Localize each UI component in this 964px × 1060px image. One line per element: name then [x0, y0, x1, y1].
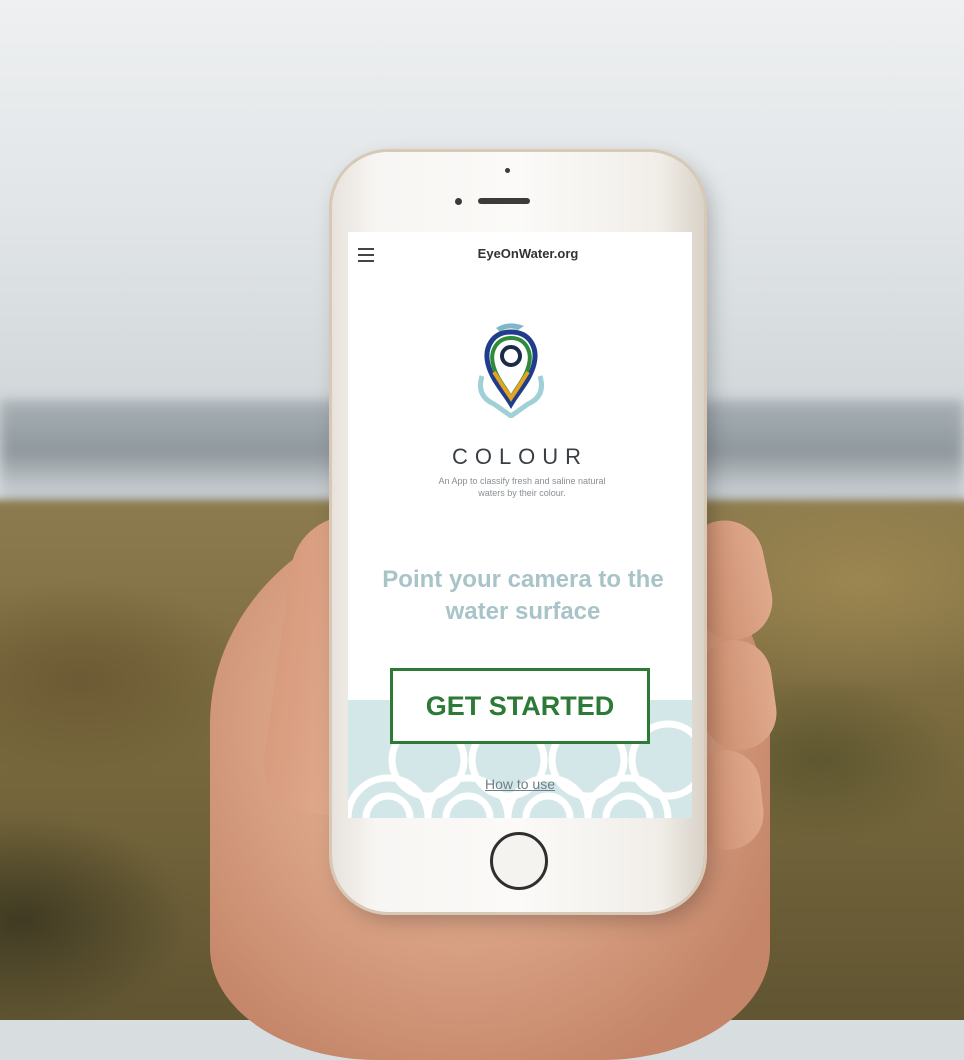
instruction-headline: Point your camera to the water surface	[382, 566, 664, 625]
app-title: EyeOnWater.org	[477, 246, 579, 261]
get-started-button[interactable]: GET STARTED	[390, 668, 650, 744]
how-to-use-link[interactable]: How to use	[470, 776, 570, 792]
tagline: An App to classify fresh and saline natu…	[438, 476, 606, 498]
home-button[interactable]	[490, 832, 548, 890]
sensor-dot	[505, 168, 510, 173]
app-screen: EyeOnWater.org COLOUR An App to classify…	[348, 232, 692, 818]
front-camera-icon	[455, 198, 462, 205]
water-drop-location-logo	[478, 323, 544, 418]
menu-icon[interactable]	[358, 248, 374, 262]
brand-name: COLOUR	[451, 444, 589, 469]
earpiece-speaker	[478, 198, 530, 204]
